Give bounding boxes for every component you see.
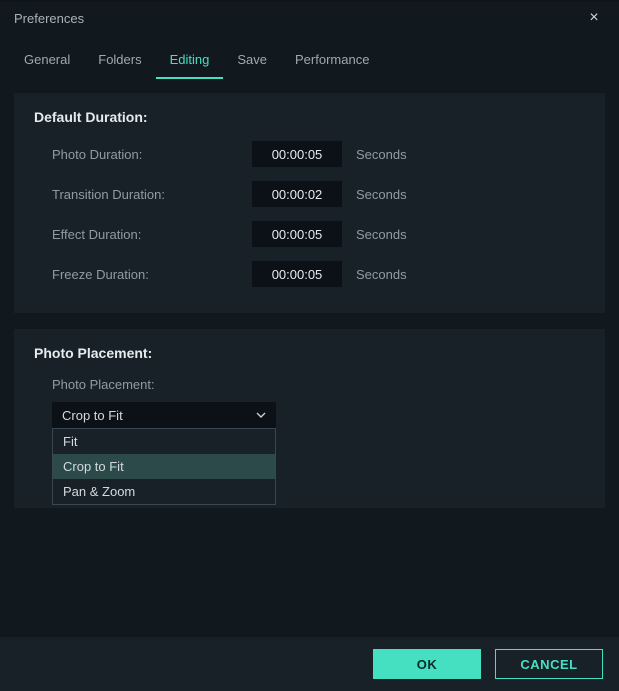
- preferences-window: Preferences × General Folders Editing Sa…: [0, 0, 619, 691]
- label-photo-duration: Photo Duration:: [52, 147, 252, 162]
- unit-seconds: Seconds: [356, 187, 407, 202]
- window-title: Preferences: [14, 11, 84, 26]
- panel-title-photo-placement: Photo Placement:: [34, 345, 585, 361]
- unit-seconds: Seconds: [356, 147, 407, 162]
- input-photo-duration[interactable]: [252, 141, 342, 167]
- dialog-footer: OK CANCEL: [0, 637, 619, 691]
- tab-save[interactable]: Save: [223, 46, 281, 79]
- photo-placement-dropdown: Fit Crop to Fit Pan & Zoom: [52, 428, 276, 505]
- photo-placement-select-wrap: Crop to Fit Fit Crop to Fit Pan & Zoom: [52, 402, 276, 428]
- unit-seconds: Seconds: [356, 227, 407, 242]
- tab-general[interactable]: General: [10, 46, 84, 79]
- label-transition-duration: Transition Duration:: [52, 187, 252, 202]
- content-area: Default Duration: Photo Duration: Second…: [0, 79, 619, 637]
- input-effect-duration[interactable]: [252, 221, 342, 247]
- photo-placement-select[interactable]: Crop to Fit: [52, 402, 276, 428]
- panel-title-default-duration: Default Duration:: [34, 109, 585, 125]
- row-transition-duration: Transition Duration: Seconds: [34, 181, 585, 207]
- unit-seconds: Seconds: [356, 267, 407, 282]
- ok-button[interactable]: OK: [373, 649, 481, 679]
- label-freeze-duration: Freeze Duration:: [52, 267, 252, 282]
- photo-placement-selected-value: Crop to Fit: [62, 408, 123, 423]
- option-crop-to-fit[interactable]: Crop to Fit: [53, 454, 275, 479]
- tab-editing[interactable]: Editing: [156, 46, 224, 79]
- cancel-button[interactable]: CANCEL: [495, 649, 603, 679]
- close-icon: ×: [589, 9, 598, 27]
- default-duration-panel: Default Duration: Photo Duration: Second…: [14, 93, 605, 313]
- label-photo-placement: Photo Placement:: [34, 377, 585, 392]
- row-photo-duration: Photo Duration: Seconds: [34, 141, 585, 167]
- tab-folders[interactable]: Folders: [84, 46, 155, 79]
- input-transition-duration[interactable]: [252, 181, 342, 207]
- chevron-down-icon: [256, 410, 266, 420]
- row-freeze-duration: Freeze Duration: Seconds: [34, 261, 585, 287]
- close-button[interactable]: ×: [579, 7, 609, 29]
- row-effect-duration: Effect Duration: Seconds: [34, 221, 585, 247]
- label-effect-duration: Effect Duration:: [52, 227, 252, 242]
- option-fit[interactable]: Fit: [53, 429, 275, 454]
- photo-placement-panel: Photo Placement: Photo Placement: Crop t…: [14, 329, 605, 508]
- tabs: General Folders Editing Save Performance: [0, 34, 619, 79]
- titlebar: Preferences ×: [0, 0, 619, 34]
- tab-performance[interactable]: Performance: [281, 46, 383, 79]
- option-pan-and-zoom[interactable]: Pan & Zoom: [53, 479, 275, 504]
- input-freeze-duration[interactable]: [252, 261, 342, 287]
